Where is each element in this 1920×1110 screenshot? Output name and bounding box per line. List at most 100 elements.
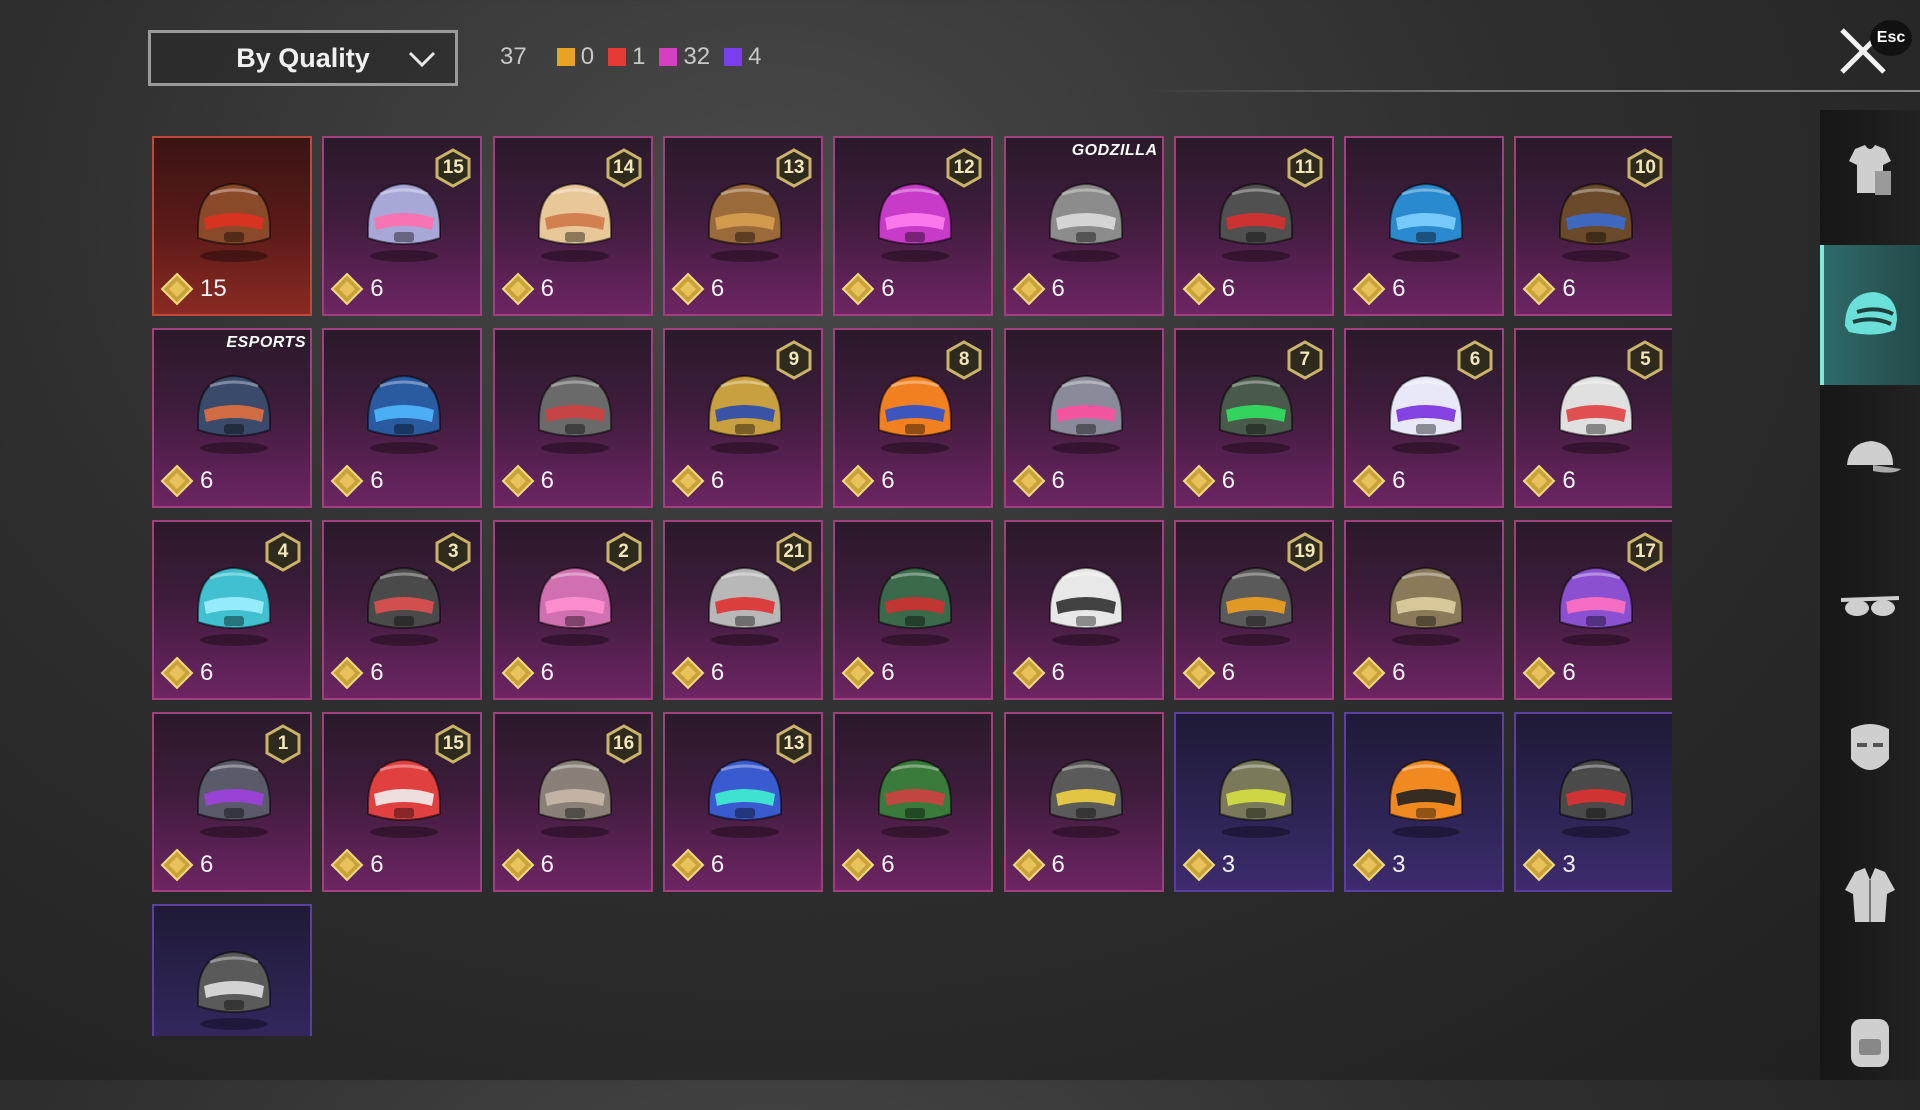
level-badge-value: 9 bbox=[788, 349, 800, 370]
coin-icon bbox=[501, 656, 535, 690]
item-tile[interactable]: 6 bbox=[833, 520, 994, 700]
price: 6 bbox=[671, 656, 724, 690]
item-tile[interactable]: ESPORTS 6 bbox=[152, 328, 312, 508]
sidebar-item-helmet[interactable] bbox=[1820, 245, 1920, 385]
coin-icon bbox=[501, 272, 535, 306]
sidebar-item-jacket[interactable] bbox=[1820, 825, 1920, 965]
price: 6 bbox=[1182, 272, 1235, 306]
sidebar-item-mask[interactable] bbox=[1820, 680, 1920, 820]
price-value: 6 bbox=[1562, 659, 1576, 686]
item-tile[interactable]: 5 6 bbox=[1514, 328, 1672, 508]
item-tile[interactable]: 9 6 bbox=[662, 328, 823, 508]
item-tile[interactable]: 11 6 bbox=[1173, 136, 1334, 316]
coin-icon bbox=[1352, 464, 1386, 498]
helmet-icon bbox=[1389, 758, 1464, 838]
quality-count-red: 1 bbox=[608, 43, 645, 71]
item-tile[interactable]: 10 6 bbox=[1514, 136, 1672, 316]
price-value: 6 bbox=[881, 467, 895, 494]
item-tile[interactable]: 15 6 bbox=[322, 712, 483, 892]
item-tile[interactable]: 6 bbox=[1344, 136, 1505, 316]
item-tile[interactable]: 6 bbox=[1344, 520, 1505, 700]
coin-icon bbox=[1182, 464, 1216, 498]
item-tile[interactable]: 17 6 bbox=[1514, 520, 1672, 700]
item-tile[interactable]: 3 bbox=[1344, 712, 1505, 892]
price: 6 bbox=[671, 272, 724, 306]
helmet-icon bbox=[1389, 182, 1464, 262]
sidebar-item-backpack[interactable] bbox=[1820, 970, 1920, 1110]
quality-counts: 37 0 1 32 4 bbox=[500, 42, 775, 72]
coin-icon bbox=[160, 272, 194, 306]
item-tile[interactable]: 6 bbox=[322, 328, 483, 508]
price-value: 6 bbox=[1051, 275, 1065, 302]
item-tile[interactable]: 6 bbox=[492, 328, 653, 508]
item-tile[interactable]: 2 6 bbox=[492, 520, 653, 700]
price: 6 bbox=[1352, 272, 1405, 306]
item-tile[interactable]: 15 6 bbox=[322, 136, 483, 316]
coin-icon bbox=[1522, 272, 1556, 306]
top-bar: By Quality 37 0 1 32 4 Esc bbox=[0, 0, 1920, 110]
item-tile[interactable]: 1 6 bbox=[152, 712, 312, 892]
coin-icon bbox=[1352, 848, 1386, 882]
price-value: 6 bbox=[1221, 275, 1236, 302]
item-tile[interactable]: 3 bbox=[1173, 712, 1334, 892]
helmet-icon bbox=[878, 758, 953, 838]
glasses-icon bbox=[1840, 596, 1900, 616]
helmet-icon bbox=[1048, 758, 1123, 838]
item-tile[interactable]: 13 6 bbox=[662, 136, 823, 316]
sidebar-item-cap[interactable] bbox=[1820, 390, 1920, 530]
item-tile[interactable]: 8 6 bbox=[833, 328, 994, 508]
item-tile[interactable]: 12 6 bbox=[833, 136, 994, 316]
item-tile[interactable]: 13 6 bbox=[662, 712, 823, 892]
price: 3 bbox=[1352, 848, 1405, 882]
item-tile[interactable]: 3 6 bbox=[322, 520, 483, 700]
item-tile[interactable]: 3 bbox=[1514, 712, 1672, 892]
item-tile[interactable]: 6 6 bbox=[1344, 328, 1505, 508]
price-value: 6 bbox=[540, 851, 554, 878]
price-value: 6 bbox=[540, 659, 554, 686]
item-tile[interactable]: 14 6 bbox=[492, 136, 653, 316]
item-tile[interactable]: 16 6 bbox=[492, 712, 653, 892]
coin-icon bbox=[1182, 848, 1216, 882]
item-tile[interactable]: 6 bbox=[1003, 328, 1164, 508]
coin-icon bbox=[841, 848, 875, 882]
coin-icon bbox=[330, 656, 364, 690]
collab-tag: ESPORTS bbox=[226, 334, 306, 351]
price: 6 bbox=[160, 848, 213, 882]
level-badge-value: 15 bbox=[442, 157, 464, 178]
price-value: 6 bbox=[710, 467, 725, 494]
coin-icon bbox=[671, 848, 705, 882]
level-badge-value: 17 bbox=[1634, 541, 1656, 562]
item-tile[interactable]: 21 6 bbox=[662, 520, 823, 700]
item-tile[interactable] bbox=[152, 904, 312, 1036]
quality-count-value: 1 bbox=[632, 43, 646, 70]
sidebar-item-outfit[interactable] bbox=[1820, 100, 1920, 240]
level-badge-value: 16 bbox=[613, 733, 635, 754]
outfit-icon bbox=[1849, 145, 1891, 195]
price: 6 bbox=[501, 656, 554, 690]
price-value: 6 bbox=[540, 275, 554, 302]
price-value: 6 bbox=[881, 659, 895, 686]
quality-count-value: 0 bbox=[580, 43, 595, 70]
coin-icon bbox=[1352, 272, 1386, 306]
price-value: 6 bbox=[710, 659, 725, 686]
sidebar-item-glasses[interactable] bbox=[1820, 535, 1920, 675]
item-tile[interactable]: 6 bbox=[1003, 520, 1164, 700]
price: 3 bbox=[1182, 848, 1235, 882]
price-value: 6 bbox=[1221, 659, 1236, 686]
item-tile[interactable]: 19 6 bbox=[1173, 520, 1334, 700]
quality-swatch bbox=[556, 48, 575, 66]
item-tile[interactable]: GODZILLA 6 bbox=[1003, 136, 1164, 316]
sort-dropdown[interactable]: By Quality bbox=[148, 30, 458, 86]
item-tile[interactable]: 7 6 bbox=[1173, 328, 1334, 508]
coin-icon bbox=[330, 272, 364, 306]
quality-swatch bbox=[724, 48, 743, 66]
item-tile[interactable]: 6 bbox=[833, 712, 994, 892]
item-tile[interactable]: 6 bbox=[1003, 712, 1164, 892]
price-value: 6 bbox=[1051, 851, 1065, 878]
coin-icon bbox=[1012, 656, 1045, 690]
item-tile[interactable]: 4 6 bbox=[152, 520, 312, 700]
coin-icon bbox=[841, 464, 875, 498]
price-value: 6 bbox=[710, 275, 725, 302]
item-tile[interactable]: 15 bbox=[152, 136, 312, 316]
coin-icon bbox=[841, 656, 875, 690]
